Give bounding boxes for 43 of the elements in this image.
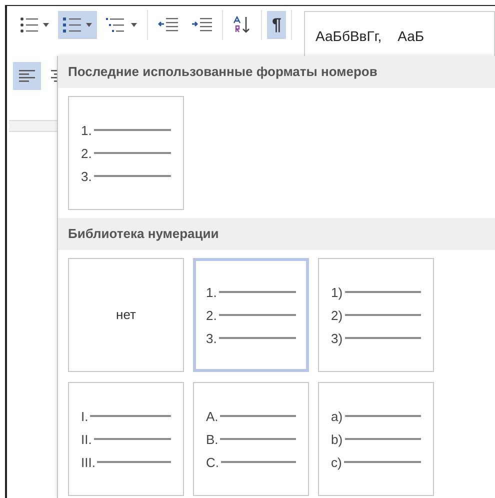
- section-header: Последние использованные форматы номеров: [68, 63, 378, 82]
- align-icon: [19, 70, 35, 82]
- sort-icon: [233, 16, 251, 34]
- numbering-format-tile[interactable]: I. II. III.: [68, 382, 184, 496]
- section-header: Библиотека нумерации: [68, 225, 219, 244]
- style-preview[interactable]: АаБбВвГг,: [315, 26, 382, 47]
- pilcrow-button[interactable]: ¶: [267, 11, 286, 39]
- caret-icon: [131, 23, 137, 27]
- numbering-format-tile[interactable]: A. B. C.: [193, 382, 309, 496]
- numbering-format-tile[interactable]: 1. 2. 3.: [68, 96, 184, 210]
- numbering-format-tile[interactable]: 1. 2. 3.: [193, 258, 309, 372]
- caret-icon: [86, 23, 92, 27]
- list-number-label: 2): [331, 308, 343, 322]
- list-number-label: a): [331, 410, 343, 422]
- numbered-list-icon: [63, 17, 81, 33]
- list-number-label: b): [331, 432, 343, 446]
- numbering-format-tile[interactable]: 1) 2) 3): [318, 258, 434, 372]
- list-number-label: c): [331, 456, 342, 468]
- list-number-label: III.: [81, 456, 96, 468]
- list-number-label: 3.: [81, 170, 92, 182]
- multilevel-list-icon: [106, 17, 126, 33]
- list-number-label: 2.: [81, 146, 92, 160]
- list-number-label: 1.: [206, 286, 217, 298]
- numbering-button[interactable]: [58, 11, 97, 39]
- increase-indent-icon: [192, 17, 212, 33]
- list-number-label: C.: [206, 456, 219, 468]
- list-number-label: I.: [81, 410, 88, 422]
- list-number-label: B.: [206, 432, 218, 446]
- align-left-button[interactable]: [13, 62, 41, 90]
- list-number-label: 1): [331, 286, 343, 298]
- none-label: нет: [116, 306, 136, 324]
- bullet-list-icon: [20, 17, 38, 33]
- list-number-label: A.: [206, 410, 218, 422]
- list-number-label: 3): [331, 332, 343, 344]
- numbering-format-tile[interactable]: a) b) c): [318, 382, 434, 496]
- caret-icon: [43, 23, 49, 27]
- list-number-label: 3.: [206, 332, 217, 344]
- decrease-indent-icon: [158, 17, 178, 33]
- style-preview[interactable]: АаБ: [398, 26, 424, 47]
- numbering-format-tile[interactable]: нет: [68, 258, 184, 372]
- list-number-label: II.: [81, 432, 92, 446]
- list-number-label: 2.: [206, 308, 217, 322]
- list-number-label: 1.: [81, 124, 92, 136]
